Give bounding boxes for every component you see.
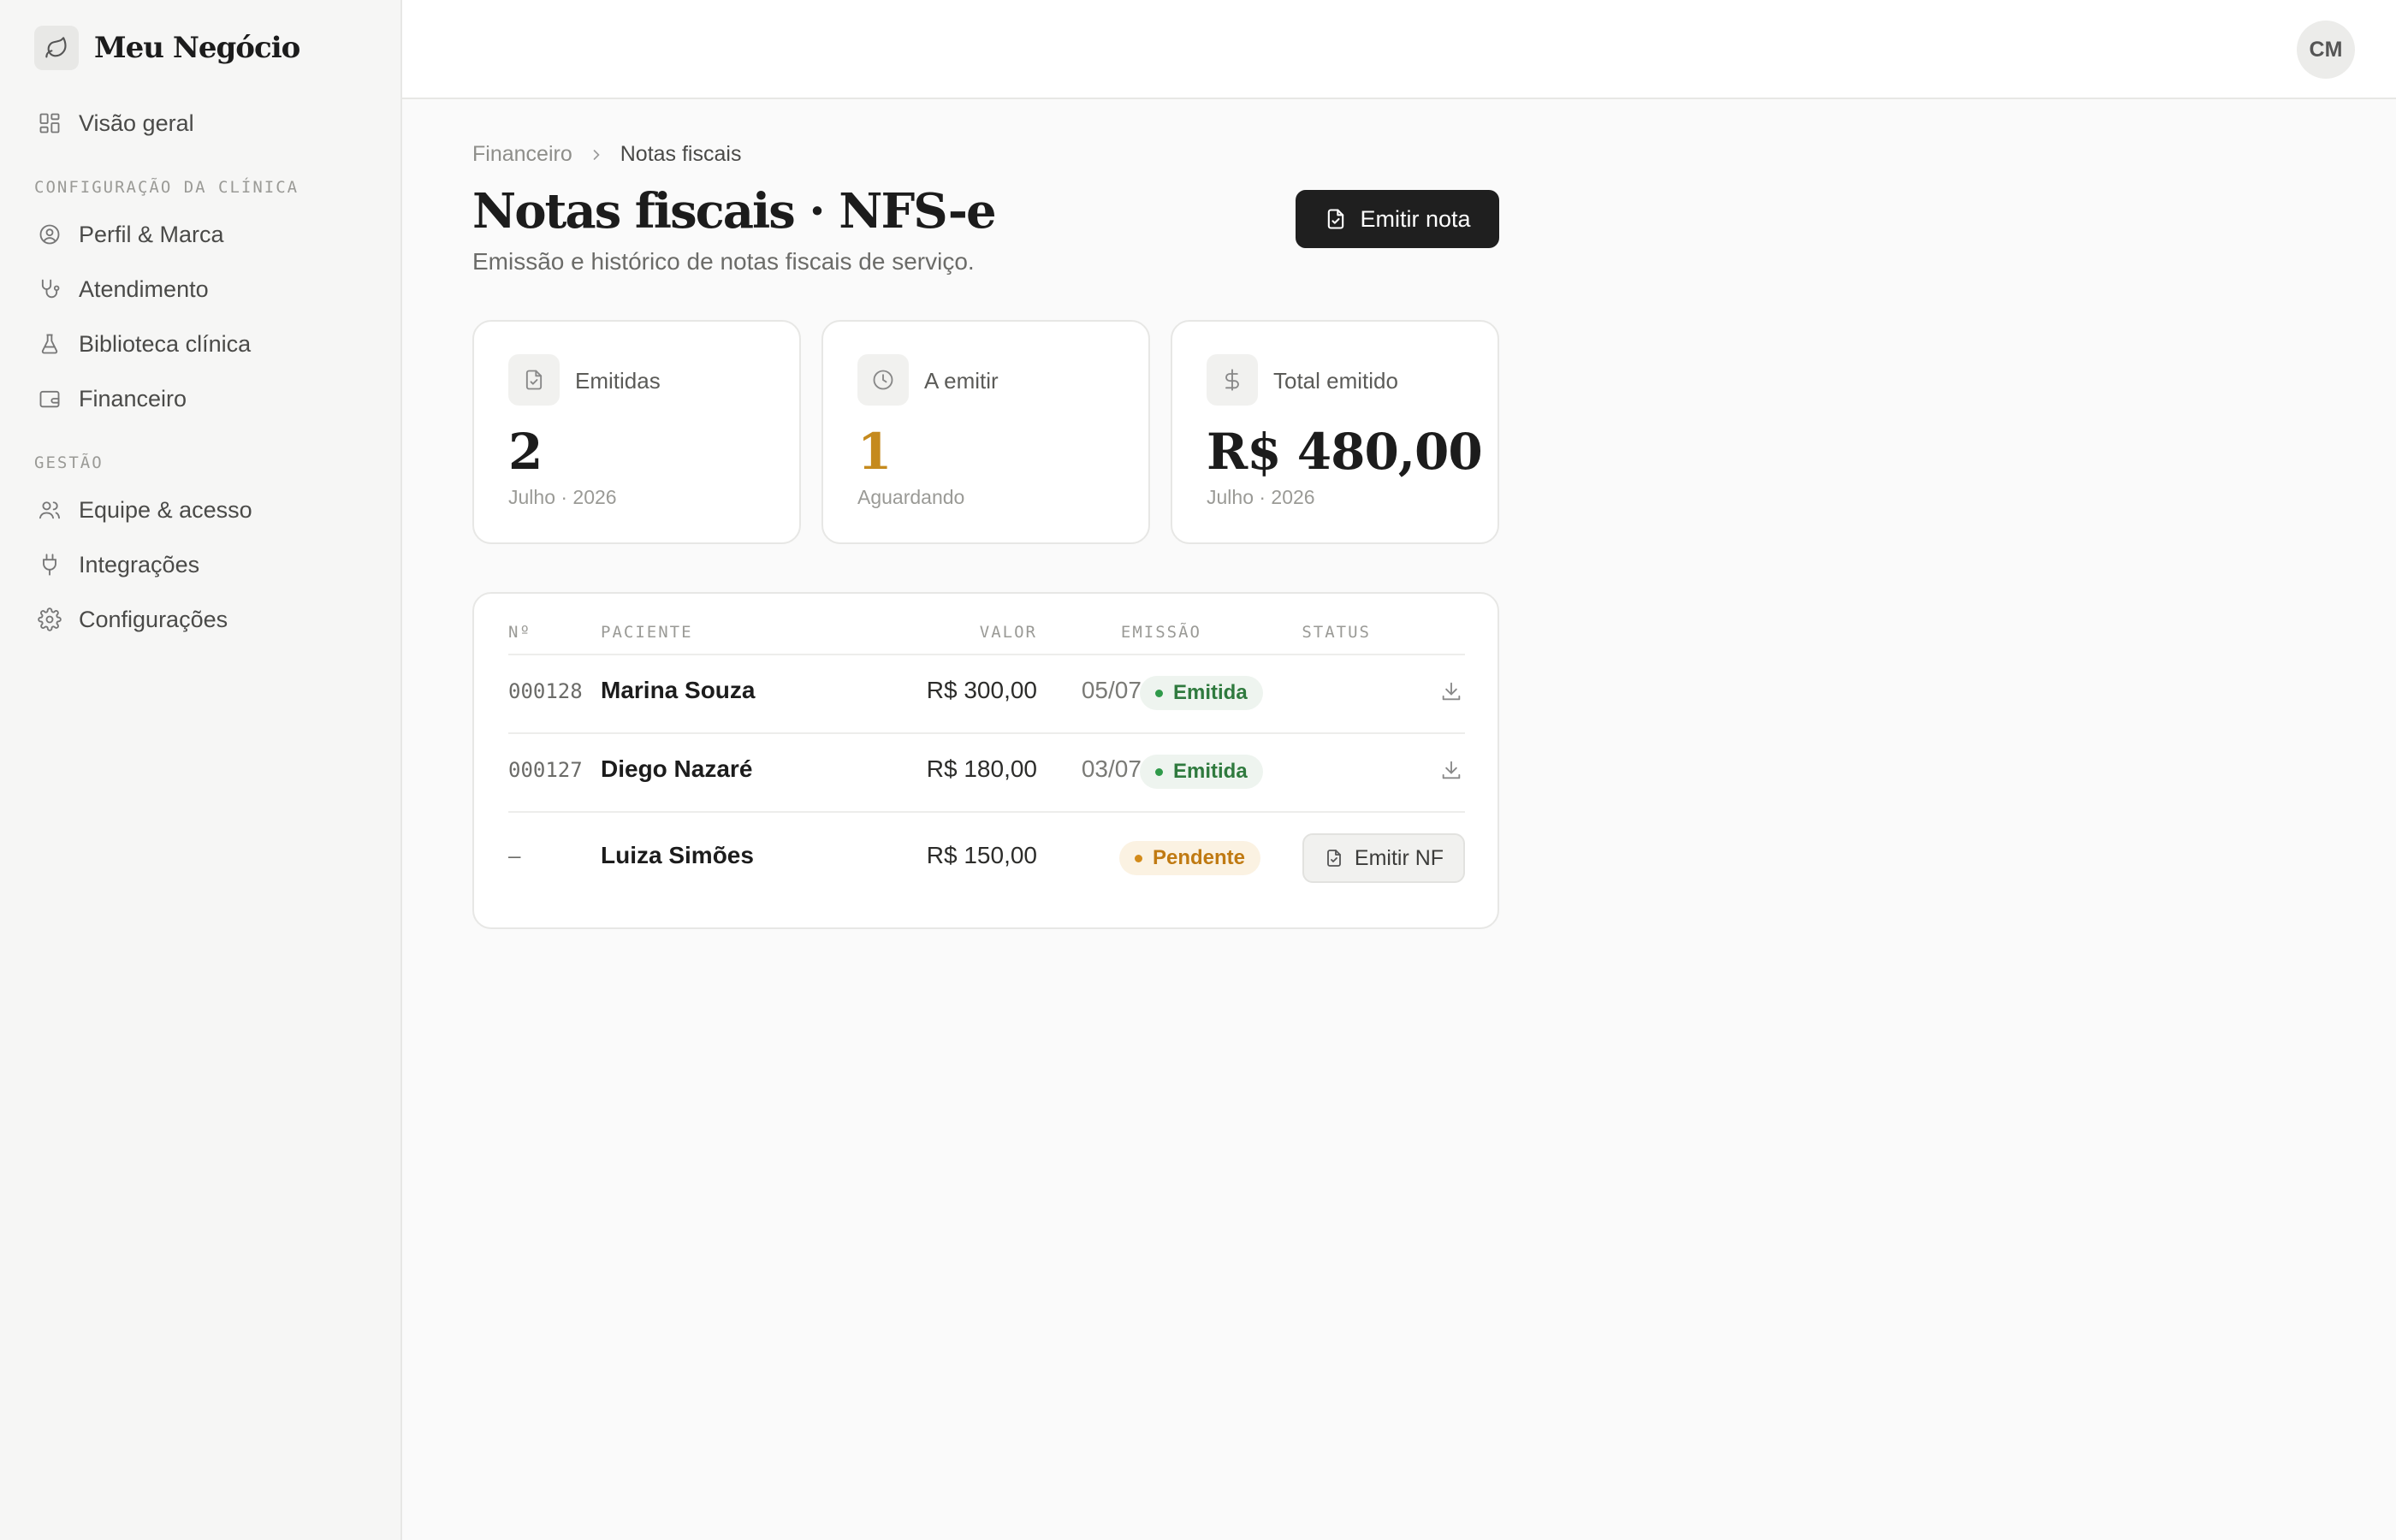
sidebar-section-heading: CONFIGURAÇÃO DA CLÍNICA	[34, 178, 300, 197]
sidebar-item-financeiro[interactable]: Financeiro	[34, 378, 187, 419]
status-badge: Pendente	[1119, 841, 1261, 875]
sidebar-item-perfil-marca[interactable]: Perfil & Marca	[34, 214, 224, 255]
clock-icon	[857, 354, 909, 406]
sidebar-item-label: Equipe & acesso	[79, 496, 252, 523]
sidebar-item-biblioteca-clinica[interactable]: Biblioteca clínica	[34, 323, 251, 364]
download-icon[interactable]	[1438, 756, 1465, 784]
stat-value: R$ 480,00	[1207, 423, 1483, 481]
sidebar-section-heading: GESTÃO	[34, 453, 104, 472]
chevron-right-icon	[588, 146, 605, 163]
breadcrumb-parent[interactable]: Financeiro	[472, 142, 572, 167]
file-check-icon	[1324, 848, 1344, 868]
breadcrumb-current: Notas fiscais	[620, 142, 742, 166]
sidebar-item-atendimento[interactable]: Atendimento	[34, 269, 209, 310]
leaf-icon	[34, 26, 79, 70]
page-title: Notas fiscais · NFS-e	[472, 183, 997, 240]
sidebar-item-equipe-acesso[interactable]: Equipe & acesso	[34, 489, 252, 530]
patient-name: Luiza Simões	[601, 842, 754, 868]
sidebar-item-label: Configurações	[79, 606, 228, 632]
sidebar-item-label: Financeiro	[79, 385, 187, 412]
invoice-number: —	[508, 844, 521, 868]
brand[interactable]: Meu Negócio	[34, 26, 300, 70]
invoice-number: 000127	[508, 758, 583, 782]
status-label: Pendente	[1153, 846, 1246, 869]
stat-sub: Aguardando	[857, 486, 965, 508]
invoice-value: R$ 300,00	[926, 677, 1037, 703]
dashboard-icon	[34, 108, 65, 139]
dollar-icon	[1207, 354, 1258, 406]
avatar[interactable]: CM	[2297, 21, 2355, 79]
status-badge: Emitida	[1140, 676, 1263, 710]
breadcrumb: Financeiro Notas fiscais	[472, 142, 741, 167]
stat-label: Emitidas	[575, 368, 661, 394]
users-icon	[34, 495, 65, 525]
emitir-nf-button[interactable]: Emitir NF	[1302, 833, 1465, 883]
sidebar-item-integracoes[interactable]: Integrações	[34, 544, 199, 585]
invoices-table: Nº PACIENTE VALOR EMISSÃO STATUS 000128 …	[472, 592, 1499, 929]
invoice-number: 000128	[508, 679, 583, 703]
sidebar: Meu Negócio Visão geral CONFIGURAÇÃO DA …	[0, 0, 402, 1540]
emitir-nota-label: Emitir nota	[1360, 205, 1471, 232]
file-check-icon	[1324, 207, 1348, 231]
user-circle-icon	[34, 219, 65, 250]
sidebar-item-visao-geral[interactable]: Visão geral	[34, 103, 194, 144]
patient-name: Marina Souza	[601, 677, 756, 703]
stat-sub: Julho · 2026	[1207, 486, 1315, 508]
sidebar-item-label: Visão geral	[79, 110, 194, 136]
stat-card-a-emitir: A emitir 1 Aguardando	[821, 320, 1150, 544]
status-label: Emitida	[1173, 760, 1248, 783]
invoice-value: R$ 180,00	[926, 755, 1037, 782]
stat-card-emitidas: Emitidas 2 Julho · 2026	[472, 320, 801, 544]
column-header-patient: PACIENTE	[601, 623, 693, 642]
sidebar-item-label: Perfil & Marca	[79, 221, 224, 247]
column-header-issued: EMISSÃO	[1120, 623, 1201, 642]
emitir-nota-button[interactable]: Emitir nota	[1296, 190, 1499, 248]
stat-card-total-emitido: Total emitido R$ 480,00 Julho · 2026	[1171, 320, 1499, 544]
status-dot	[1155, 767, 1163, 776]
stat-value: 1	[857, 423, 892, 481]
sidebar-item-label: Integrações	[79, 551, 200, 578]
wallet-icon	[34, 383, 65, 414]
status-dot	[1135, 854, 1142, 862]
patient-name: Diego Nazaré	[601, 755, 753, 782]
sidebar-item-label: Biblioteca clínica	[79, 330, 252, 357]
divider	[508, 654, 1465, 655]
stat-label: Total emitido	[1273, 368, 1398, 394]
column-header-num: Nº	[508, 623, 531, 642]
status-dot	[1155, 689, 1163, 697]
gear-icon	[34, 604, 65, 635]
brand-name: Meu Negócio	[94, 31, 300, 65]
topbar: CM	[402, 0, 2396, 99]
divider	[508, 732, 1465, 734]
file-check-icon	[508, 354, 560, 406]
stat-value: 2	[508, 423, 543, 481]
flask-icon	[34, 329, 65, 359]
divider	[508, 811, 1465, 813]
sidebar-item-configuracoes[interactable]: Configurações	[34, 599, 228, 640]
invoice-value: R$ 150,00	[926, 842, 1037, 868]
stat-label: A emitir	[924, 368, 999, 394]
column-header-status: STATUS	[1302, 623, 1371, 642]
page-subtitle: Emissão e histórico de notas fiscais de …	[472, 248, 975, 275]
stat-sub: Julho · 2026	[508, 486, 617, 508]
column-header-value: VALOR	[979, 623, 1037, 642]
emitir-nf-label: Emitir NF	[1354, 845, 1444, 870]
plug-icon	[34, 549, 65, 580]
status-badge: Emitida	[1140, 755, 1263, 789]
status-label: Emitida	[1173, 681, 1248, 704]
sidebar-item-label: Atendimento	[79, 275, 209, 302]
stethoscope-icon	[34, 274, 65, 305]
download-icon[interactable]	[1438, 678, 1465, 705]
